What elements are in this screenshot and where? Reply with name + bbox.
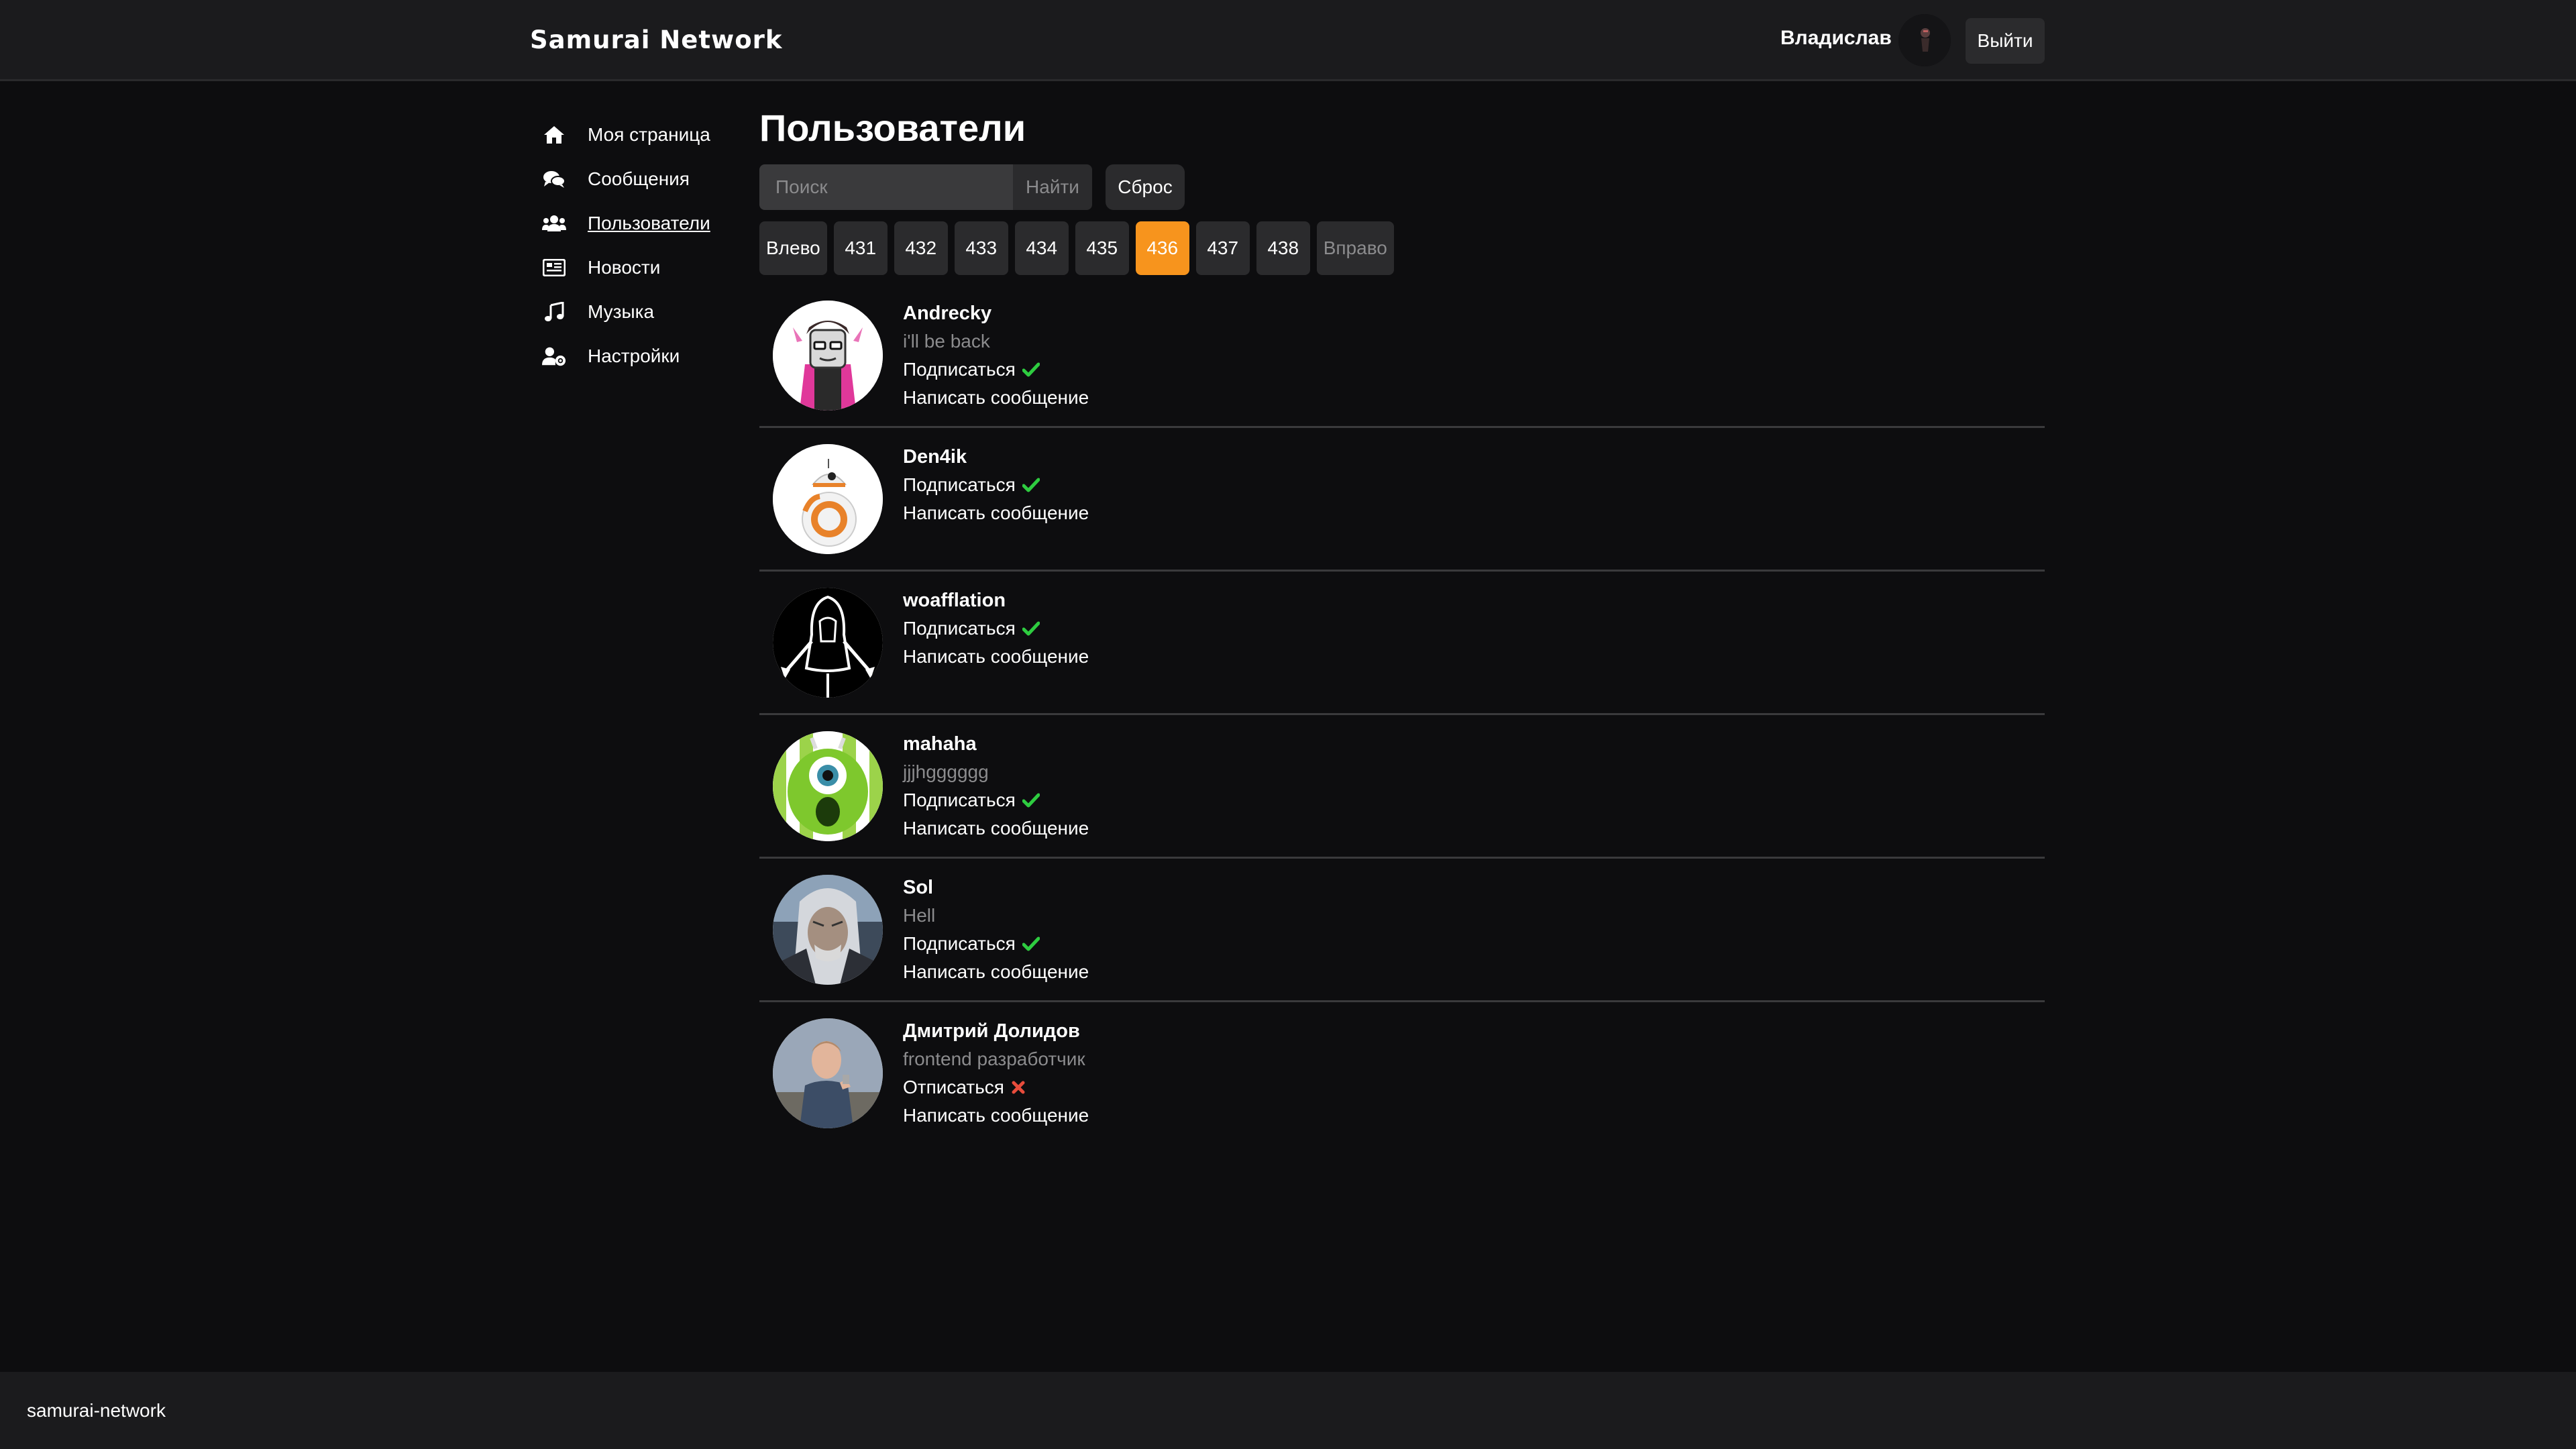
follow-label: Подписаться — [903, 790, 1016, 810]
user-status: Hell — [903, 905, 936, 926]
footer-text: samurai-network — [27, 1400, 166, 1421]
sidebar-nav: Моя страница Сообщения Пользователи Ново… — [542, 113, 730, 378]
top-header: Samurai Network Владислав Выйти — [0, 0, 2576, 81]
user-avatar[interactable] — [773, 1018, 883, 1128]
home-icon — [542, 123, 566, 147]
current-user-avatar[interactable] — [1898, 14, 1951, 66]
user-name[interactable]: Den4ik — [903, 443, 1089, 471]
send-message-link[interactable]: Написать сообщение — [903, 643, 1089, 671]
user-list: Andrecky i'll be back Подписаться Написа… — [759, 284, 2045, 1144]
sidebar-item-messages[interactable]: Сообщения — [542, 157, 730, 201]
follow-button[interactable]: Подписаться — [903, 614, 1089, 643]
checkmark-icon — [1022, 362, 1040, 377]
page-next-button[interactable]: Вправо — [1316, 221, 1394, 275]
footer: samurai-network — [0, 1372, 2576, 1449]
checkmark-icon — [1022, 936, 1040, 951]
user-status: frontend разработчик — [903, 1049, 1085, 1069]
page-button[interactable]: 431 — [833, 221, 888, 275]
user-avatar[interactable] — [773, 875, 883, 985]
page-button[interactable]: 433 — [954, 221, 1008, 275]
send-message-link[interactable]: Написать сообщение — [903, 499, 1089, 527]
sidebar-item-label: Новости — [588, 257, 661, 278]
app-logo[interactable]: Samurai Network — [530, 25, 783, 54]
follow-button[interactable]: Подписаться — [903, 930, 1089, 958]
sidebar-item-users[interactable]: Пользователи — [542, 201, 730, 246]
sidebar-item-label: Настройки — [588, 345, 680, 366]
music-icon — [542, 300, 566, 324]
users-icon — [542, 211, 566, 235]
user-status: i'll be back — [903, 331, 990, 352]
user-row: woafflation Подписаться Написать сообщен… — [759, 572, 2045, 715]
user-row: mahaha jjjhgggggg Подписаться Написать с… — [759, 715, 2045, 859]
follow-label: Подписаться — [903, 359, 1016, 380]
page-title: Пользователи — [759, 107, 1026, 149]
sidebar-item-settings[interactable]: Настройки — [542, 334, 730, 378]
user-row: Sol Hell Подписаться Написать сообщение — [759, 859, 2045, 1002]
send-message-link[interactable]: Написать сообщение — [903, 958, 1089, 986]
checkmark-icon — [1022, 478, 1040, 492]
user-avatar[interactable] — [773, 588, 883, 698]
unfollow-button[interactable]: Отписаться — [903, 1073, 1089, 1102]
sidebar-item-label: Моя страница — [588, 124, 710, 145]
page-button[interactable]: 437 — [1195, 221, 1250, 275]
reset-button[interactable]: Сброс — [1106, 164, 1185, 210]
user-name[interactable]: woafflation — [903, 586, 1089, 614]
user-name[interactable]: Andrecky — [903, 299, 1089, 327]
current-user-name: Владислав — [1780, 27, 1892, 49]
send-message-link[interactable]: Написать сообщение — [903, 1102, 1089, 1130]
page-button[interactable]: 432 — [894, 221, 948, 275]
chat-icon — [542, 167, 566, 191]
news-icon — [542, 256, 566, 280]
search-button[interactable]: Найти — [1013, 164, 1092, 210]
checkmark-icon — [1022, 621, 1040, 636]
follow-button[interactable]: Подписаться — [903, 786, 1089, 814]
user-name[interactable]: Sol — [903, 873, 1089, 902]
follow-label: Подписаться — [903, 474, 1016, 495]
user-name[interactable]: Дмитрий Долидов — [903, 1017, 1089, 1045]
sidebar-item-label: Сообщения — [588, 168, 690, 189]
user-row: Дмитрий Долидов frontend разработчик Отп… — [759, 1002, 2045, 1144]
sidebar-item-my-page[interactable]: Моя страница — [542, 113, 730, 157]
user-name[interactable]: mahaha — [903, 730, 1089, 758]
page-button[interactable]: 434 — [1014, 221, 1069, 275]
sidebar-item-label: Музыка — [588, 301, 655, 322]
sidebar-item-news[interactable]: Новости — [542, 246, 730, 290]
user-avatar[interactable] — [773, 301, 883, 411]
search-input[interactable] — [759, 164, 1013, 210]
sidebar-item-label: Пользователи — [588, 213, 710, 233]
page-button-current[interactable]: 436 — [1135, 221, 1189, 275]
user-status: jjjhgggggg — [903, 761, 989, 782]
user-settings-icon — [542, 344, 566, 368]
cross-icon — [1011, 1080, 1026, 1095]
user-avatar[interactable] — [773, 444, 883, 554]
pagination: Влево 431 432 433 434 435 436 437 438 Вп… — [759, 221, 1394, 275]
follow-button[interactable]: Подписаться — [903, 356, 1089, 384]
user-row: Andrecky i'll be back Подписаться Написа… — [759, 284, 2045, 428]
sidebar-item-music[interactable]: Музыка — [542, 290, 730, 334]
follow-button[interactable]: Подписаться — [903, 471, 1089, 499]
follow-label: Подписаться — [903, 933, 1016, 954]
follow-label: Подписаться — [903, 618, 1016, 639]
page-button[interactable]: 438 — [1256, 221, 1310, 275]
page-button[interactable]: 435 — [1075, 221, 1129, 275]
logout-button[interactable]: Выйти — [1966, 18, 2045, 64]
send-message-link[interactable]: Написать сообщение — [903, 384, 1089, 412]
send-message-link[interactable]: Написать сообщение — [903, 814, 1089, 843]
user-avatar[interactable] — [773, 731, 883, 841]
user-row: Den4ik Подписаться Написать сообщение — [759, 428, 2045, 572]
unfollow-label: Отписаться — [903, 1077, 1004, 1097]
page-prev-button[interactable]: Влево — [759, 221, 827, 275]
checkmark-icon — [1022, 793, 1040, 808]
